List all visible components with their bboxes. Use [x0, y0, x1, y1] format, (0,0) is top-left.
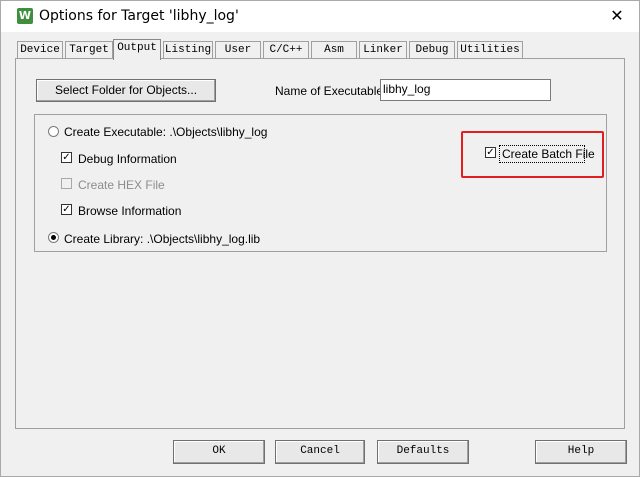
tab-output[interactable]: Output — [113, 39, 161, 60]
app-icon: W — [17, 8, 33, 24]
create-executable-label: Create Executable: .\Objects\libhy_log — [64, 125, 268, 139]
create-library-radio[interactable] — [48, 232, 59, 243]
create-executable-radio[interactable] — [48, 126, 59, 137]
create-library-label: Create Library: .\Objects\libhy_log.lib — [64, 232, 261, 246]
defaults-button[interactable]: Defaults — [377, 440, 469, 464]
tab-linker[interactable]: Linker — [359, 41, 407, 59]
window-title: Options for Target 'libhy_log' — [39, 8, 239, 24]
tab-c-cpp[interactable]: C/C++ — [263, 41, 309, 59]
create-batch-file-label: Create Batch File — [502, 147, 595, 161]
tab-device[interactable]: Device — [17, 41, 63, 59]
create-batch-file-checkbox[interactable]: ✓ — [485, 147, 496, 158]
select-folder-button[interactable]: Select Folder for Objects... — [36, 79, 216, 102]
tab-utilities[interactable]: Utilities — [457, 41, 523, 59]
tab-user[interactable]: User — [215, 41, 261, 59]
options-dialog: W Options for Target 'libhy_log' ✕ Devic… — [0, 0, 640, 477]
tab-debug[interactable]: Debug — [409, 41, 455, 59]
create-hex-file-checkbox — [61, 178, 72, 189]
ok-button[interactable]: OK — [173, 440, 265, 464]
name-of-executable-input[interactable]: libhy_log — [380, 79, 551, 101]
tab-target[interactable]: Target — [65, 41, 113, 59]
debug-information-label: Debug Information — [78, 152, 177, 166]
tab-asm[interactable]: Asm — [311, 41, 357, 59]
create-hex-file-label: Create HEX File — [78, 178, 165, 192]
name-of-executable-label: Name of Executable: — [275, 84, 387, 98]
close-button[interactable]: ✕ — [597, 3, 637, 29]
debug-information-checkbox[interactable]: ✓ — [61, 152, 72, 163]
title-bar: W Options for Target 'libhy_log' ✕ — [1, 1, 639, 32]
browse-information-checkbox[interactable]: ✓ — [61, 204, 72, 215]
help-button[interactable]: Help — [535, 440, 627, 464]
tab-listing[interactable]: Listing — [163, 41, 213, 59]
cancel-button[interactable]: Cancel — [275, 440, 365, 464]
browse-information-label: Browse Information — [78, 204, 182, 218]
